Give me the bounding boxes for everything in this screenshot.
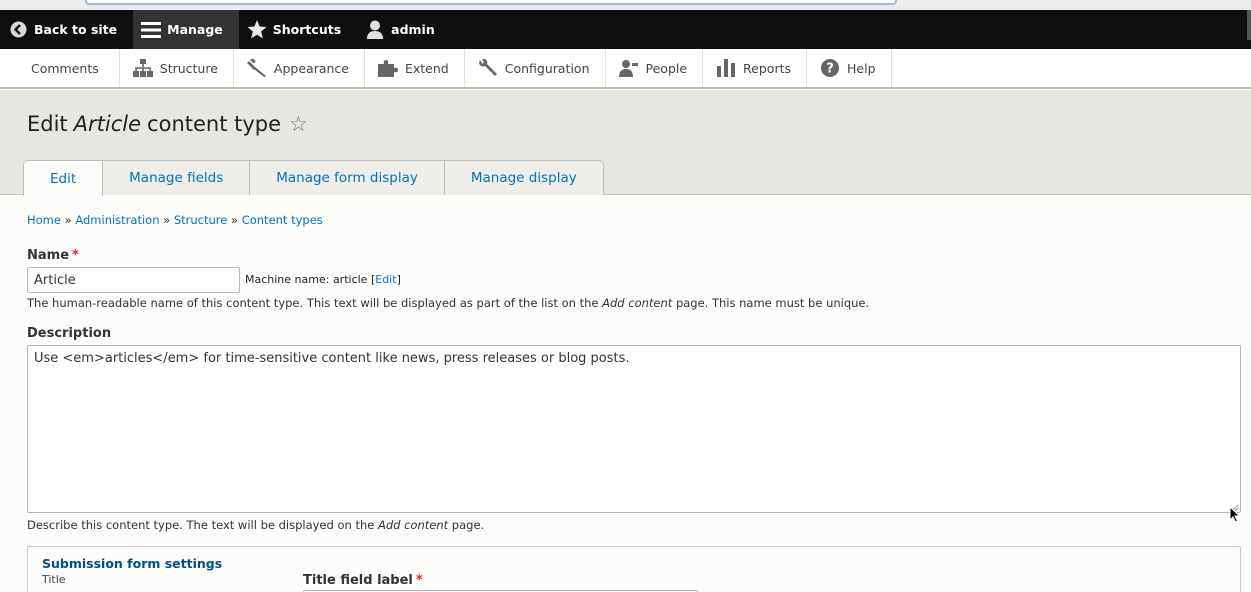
tray-item-label: Comments <box>31 60 99 76</box>
browser-address-bar[interactable] <box>85 0 897 5</box>
manage-menu-button[interactable]: Manage <box>133 10 239 49</box>
tray-item-configuration[interactable]: Configuration <box>465 49 606 87</box>
tray-item-comments[interactable]: Comments <box>0 49 120 87</box>
back-arrow-icon <box>8 20 28 40</box>
title-prefix: Edit <box>27 112 68 136</box>
shortcut-star-icon[interactable]: ☆ <box>289 112 308 136</box>
machine-name: Machine name: article [Edit] <box>245 273 401 286</box>
shortcuts-label: Shortcuts <box>272 22 342 37</box>
desc-help-part: Describe this content type. The text wil… <box>27 518 375 532</box>
name-help-text: The human-readable name of this content … <box>27 296 869 310</box>
tray-item-label: Reports <box>743 60 791 76</box>
people-icon <box>618 57 640 79</box>
tray-item-people[interactable]: People <box>606 49 704 87</box>
manage-label: Manage <box>167 22 223 37</box>
breadcrumb-administration[interactable]: Administration <box>75 213 159 227</box>
tray-item-label: People <box>645 60 688 76</box>
name-label: Name * <box>27 248 79 263</box>
tray-item-structure[interactable]: Structure <box>120 49 234 87</box>
title-field-label: Title field label * <box>303 573 423 588</box>
question-icon: ? <box>819 57 841 79</box>
puzzle-icon <box>377 57 399 79</box>
tray-item-label: Extend <box>404 60 449 76</box>
hamburger-icon <box>141 20 162 40</box>
admin-toolbar: Back to site Manage Shortcuts admin <box>0 10 1251 49</box>
tray-item-appearance[interactable]: Appearance <box>234 49 365 87</box>
tray-item-label: Appearance <box>273 60 349 76</box>
breadcrumb: Home » Administration » Structure » Cont… <box>27 213 323 227</box>
tray-item-label: Help <box>847 60 876 76</box>
machine-name-edit-link[interactable]: Edit <box>375 273 396 286</box>
machine-name-text: Machine name: article <box>245 273 368 286</box>
tab-edit[interactable]: Edit <box>23 160 104 196</box>
page-title: Edit Article content type ☆ <box>27 112 308 136</box>
tray-item-label: Structure <box>159 60 218 76</box>
primary-tabs: Edit Manage fields Manage form display M… <box>23 160 604 196</box>
tab-manage-fields[interactable]: Manage fields <box>103 160 251 195</box>
desc-help-part: page. <box>451 518 485 532</box>
desc-help-emphasis: Add content <box>377 518 449 532</box>
breadcrumb-content-types[interactable]: Content types <box>242 213 323 227</box>
user-menu-button[interactable]: admin <box>357 10 451 49</box>
submission-settings-tab[interactable]: Submission form settings <box>42 556 222 571</box>
shortcuts-menu-button[interactable]: Shortcuts <box>239 10 357 49</box>
submission-settings-summary: Title <box>42 573 66 586</box>
title-content-type: Article <box>73 112 142 136</box>
scrollbar[interactable] <box>1247 10 1251 40</box>
tab-manage-form-display[interactable]: Manage form display <box>250 160 445 195</box>
page-header: Edit Article content type ☆ Edit Manage … <box>0 90 1251 196</box>
tray-item-help[interactable]: ? Help <box>807 49 892 87</box>
mouse-cursor-icon <box>1229 506 1241 523</box>
required-marker: * <box>72 248 79 263</box>
back-to-site-label: Back to site <box>34 22 118 37</box>
submission-form-settings: Submission form settings Title Title fie… <box>27 546 1241 592</box>
breadcrumb-structure[interactable]: Structure <box>174 213 228 227</box>
description-textarea[interactable]: Use <em>articles</em> for time-sensitive… <box>27 345 1241 513</box>
user-icon <box>365 20 385 40</box>
description-label: Description <box>27 326 112 341</box>
name-input[interactable] <box>27 267 240 293</box>
user-label: admin <box>391 22 435 37</box>
name-help-part: page. This name must be unique. <box>675 296 870 310</box>
name-help-emphasis: Add content <box>602 296 673 310</box>
admin-tray: Comments Structure Appearance Extend Con… <box>0 49 1251 89</box>
tray-item-label: Configuration <box>504 60 590 76</box>
star-icon <box>247 20 267 40</box>
description-help-text: Describe this content type. The text wil… <box>27 518 484 532</box>
required-marker: * <box>415 573 423 588</box>
browser-chrome <box>0 0 1251 15</box>
title-suffix: content type <box>147 112 282 136</box>
name-help-part: The human-readable name of this content … <box>27 296 599 310</box>
brush-icon <box>246 57 268 79</box>
bar-chart-icon <box>715 57 737 79</box>
svg-text:?: ? <box>826 62 834 77</box>
back-to-site-link[interactable]: Back to site <box>0 10 133 49</box>
tray-item-extend[interactable]: Extend <box>365 49 465 87</box>
wrench-icon <box>477 57 499 79</box>
tray-item-reports[interactable]: Reports <box>703 49 807 87</box>
browser-extension-icons <box>905 0 1205 15</box>
breadcrumb-home[interactable]: Home <box>27 213 61 227</box>
structure-icon <box>132 57 154 79</box>
tab-manage-display[interactable]: Manage display <box>444 160 604 195</box>
title-field-label-text: Title field label <box>303 573 413 588</box>
name-label-text: Name <box>27 248 70 263</box>
